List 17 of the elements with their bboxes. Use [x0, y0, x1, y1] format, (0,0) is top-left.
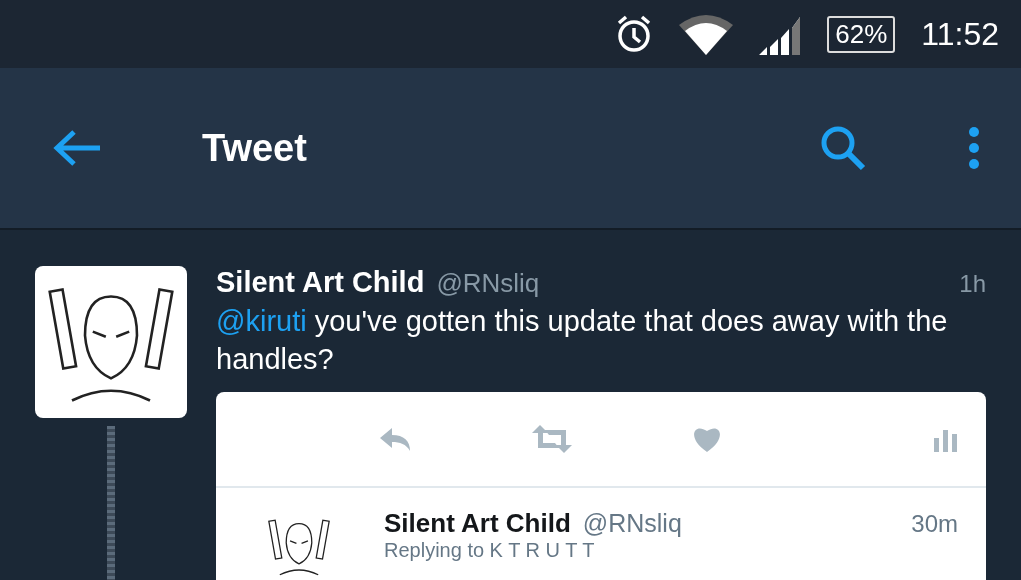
- reply-author-name[interactable]: Silent Art Child: [384, 508, 571, 540]
- author-name[interactable]: Silent Art Child: [216, 266, 425, 299]
- screen-title: Tweet: [202, 126, 308, 170]
- clock-time: 11:52: [921, 15, 999, 53]
- reply-time: 30m: [911, 510, 958, 539]
- tweet-text: @kiruti you've gotten this update that does away with the handles?: [216, 304, 949, 377]
- menu-icon[interactable]: [967, 126, 981, 170]
- back-arrow-icon[interactable]: [52, 128, 102, 168]
- wifi-icon: [679, 13, 734, 55]
- mention-link[interactable]: @kiruti: [216, 305, 307, 337]
- replying-to-text: Replying to K T R U T T: [384, 539, 596, 563]
- author-handle: @RNsliq: [436, 268, 540, 299]
- reply-author-handle: @RNsliq: [582, 509, 682, 539]
- tweet-time: 1h: [959, 270, 986, 298]
- search-icon[interactable]: [819, 124, 867, 172]
- battery-indicator: 62%: [827, 15, 896, 53]
- avatar-card[interactable]: [35, 266, 187, 418]
